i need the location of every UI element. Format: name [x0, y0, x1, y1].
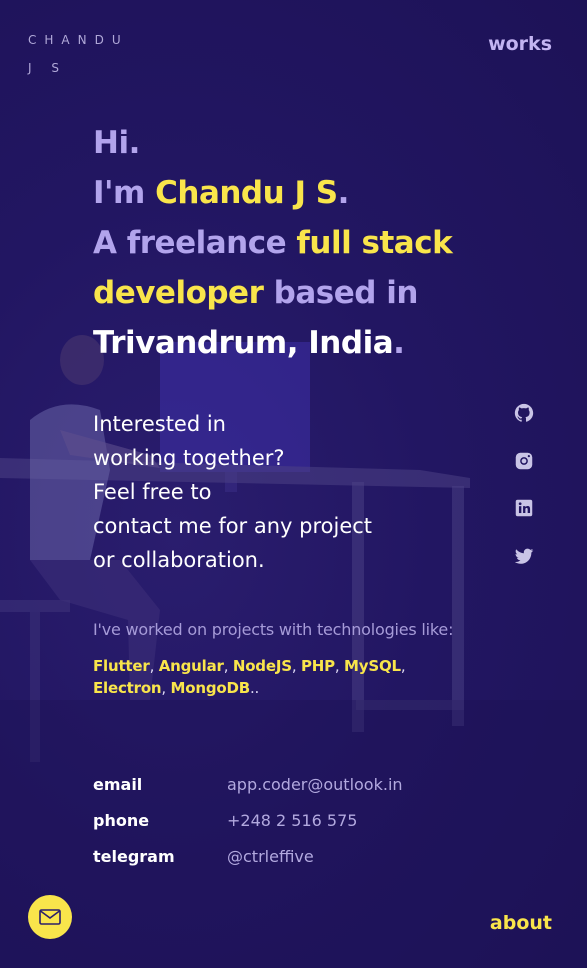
contact-details: email app.coder@outlook.in phone +248 2 … — [93, 766, 453, 874]
works-nav-link[interactable]: works — [488, 33, 552, 55]
hero-developer-line: developer based in — [93, 268, 513, 318]
portfolio-page: CHANDU J S works Hi. I'm Chandu J S. A f… — [0, 0, 587, 968]
tech-separator: , — [291, 657, 301, 675]
tech-separator: , — [334, 657, 345, 675]
twitter-icon[interactable] — [513, 545, 535, 567]
tech-separator: , — [161, 679, 171, 697]
tech-item: MySQL — [344, 657, 401, 675]
about-nav-link[interactable]: about — [490, 912, 552, 934]
hero-period: . — [337, 175, 350, 211]
tech-separator: , — [149, 657, 159, 675]
email-label: email — [93, 774, 143, 794]
tech-item: Electron — [93, 679, 162, 697]
phone-link[interactable]: +248 2 516 575 — [227, 811, 357, 830]
hero-name-line: I'm Chandu J S. — [93, 168, 513, 218]
hero-based-in: based in — [263, 275, 419, 311]
tech-ending: .. — [249, 679, 260, 697]
tech-item: MongoDB — [170, 679, 251, 697]
hero-greeting: Hi. — [93, 125, 140, 161]
telegram-link[interactable]: @ctrleffive — [227, 847, 314, 866]
telegram-label: telegram — [93, 846, 175, 866]
hero-full-stack: full stack — [296, 225, 453, 261]
tech-intro: I've worked on projects with technologie… — [93, 620, 454, 639]
contact-row-telegram: telegram @ctrleffive — [93, 838, 453, 874]
social-links — [513, 402, 535, 592]
hero-developer: developer — [93, 275, 264, 311]
tech-item: Flutter — [93, 657, 150, 675]
hero-period-2: . — [393, 325, 405, 361]
linkedin-icon[interactable] — [513, 497, 535, 519]
hero-name: Chandu J S — [155, 175, 338, 211]
email-link[interactable]: app.coder@outlook.in — [227, 775, 403, 794]
collab-line-1: Interested in — [93, 412, 226, 436]
tech-separator: , — [400, 657, 406, 675]
collab-line-4: contact me for any project — [93, 514, 373, 538]
tech-item: Angular — [158, 657, 224, 675]
mail-icon — [39, 909, 61, 925]
hero-location: Trivandrum, India — [93, 325, 394, 361]
collab-line-3: Feel free to — [93, 480, 212, 504]
hero-a-freelance: A freelance — [93, 225, 297, 261]
tech-item: PHP — [300, 657, 335, 675]
tech-list: Flutter, Angular, NodeJS, PHP, MySQL, El… — [93, 655, 453, 699]
contact-row-email: email app.coder@outlook.in — [93, 766, 453, 802]
instagram-icon[interactable] — [513, 450, 535, 472]
hero-location-line: Trivandrum, India. — [93, 318, 513, 368]
github-icon[interactable] — [513, 402, 535, 424]
hero-role-line: A freelance full stack — [93, 218, 513, 268]
hero-intro: Hi. I'm Chandu J S. A freelance full sta… — [93, 118, 513, 368]
mail-button[interactable] — [28, 895, 72, 939]
collab-line-5: or collaboration. — [93, 548, 265, 572]
collab-line-2: working together? — [93, 446, 285, 470]
site-logo[interactable]: CHANDU J S — [28, 26, 128, 82]
phone-label: phone — [93, 810, 150, 830]
contact-row-phone: phone +248 2 516 575 — [93, 802, 453, 838]
tech-item: NodeJS — [232, 657, 292, 675]
tech-separator: , — [223, 657, 233, 675]
hero-im: I'm — [93, 175, 156, 211]
collaboration-message: Interested in working together? Feel fre… — [93, 407, 423, 577]
